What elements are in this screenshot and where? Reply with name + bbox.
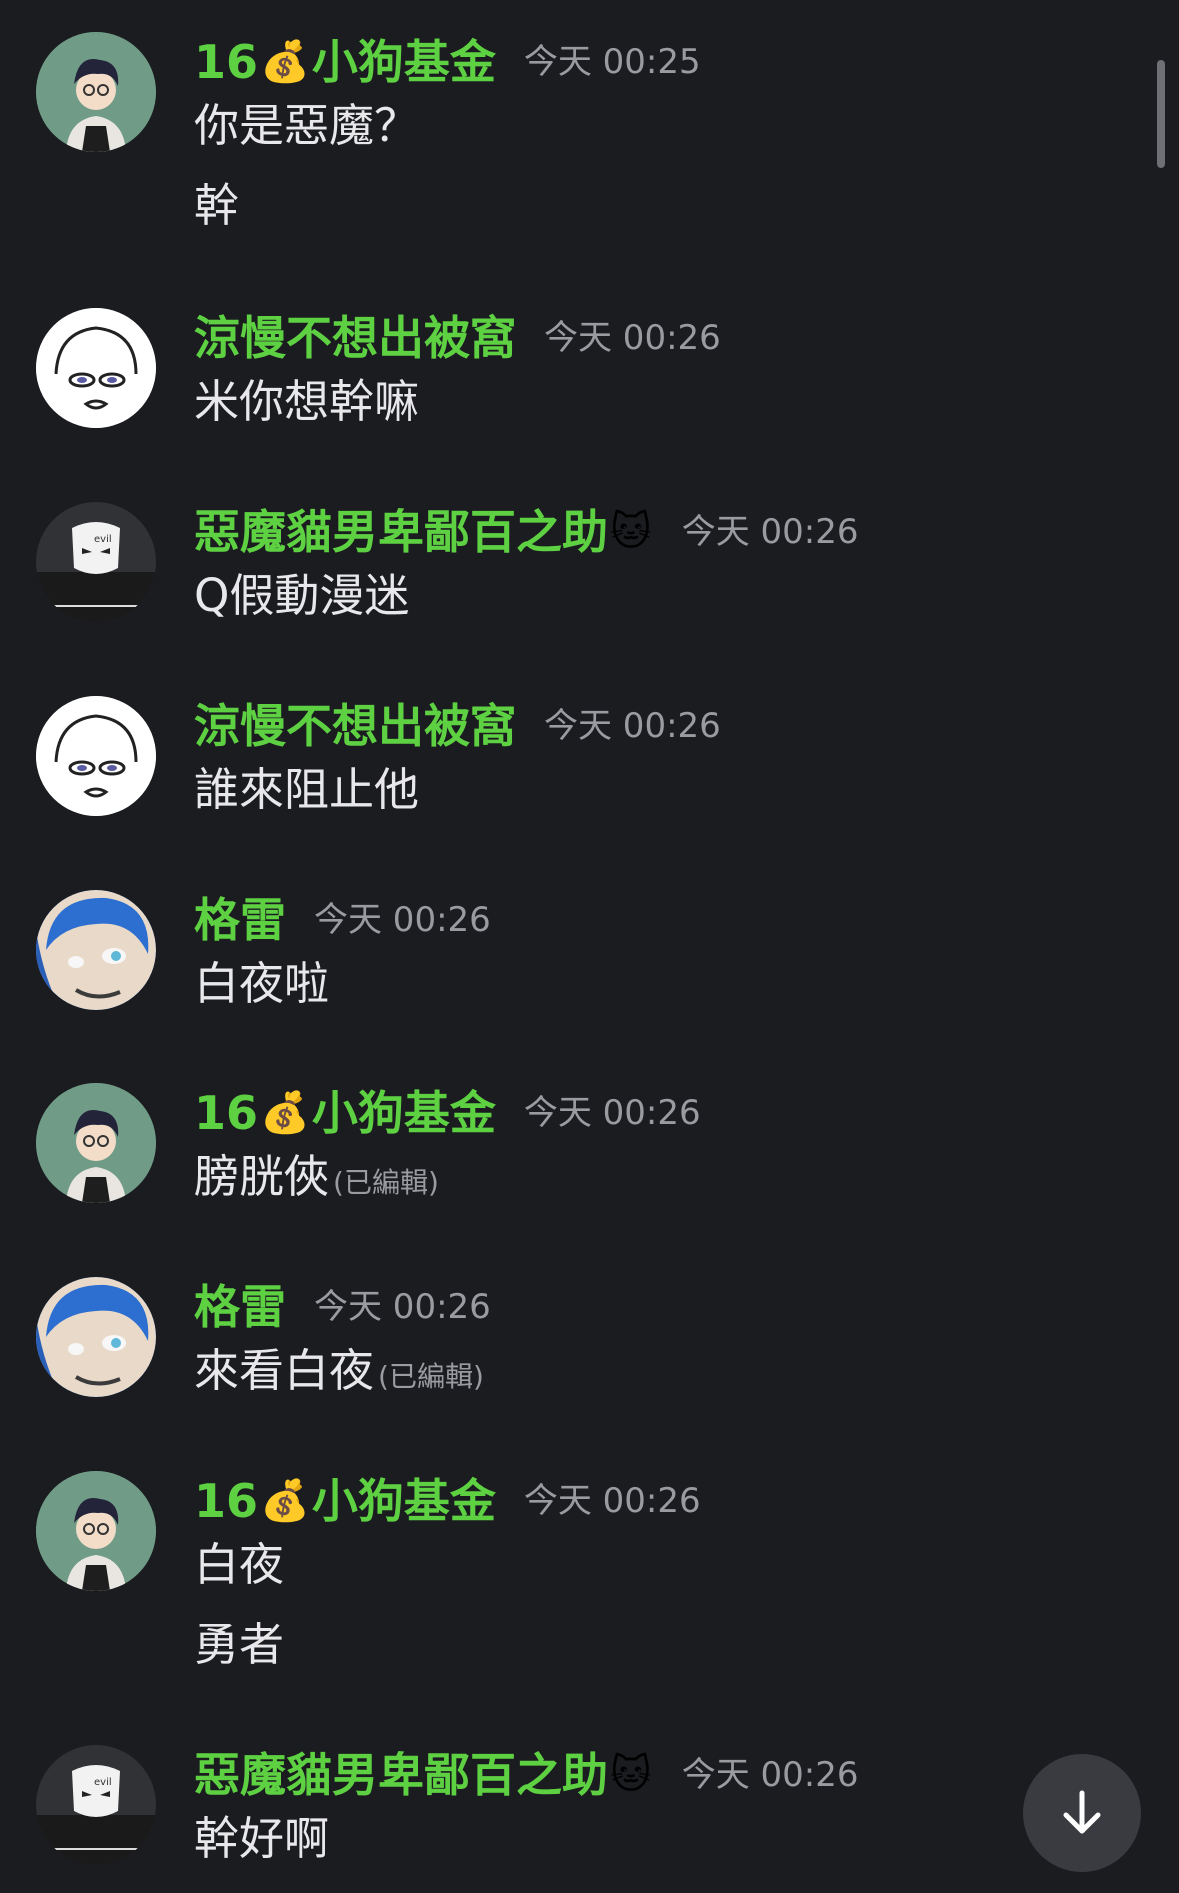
- message-text[interactable]: 你是惡魔？: [194, 96, 419, 156]
- message-text-content: 你是惡魔？: [194, 99, 420, 152]
- avatar[interactable]: [36, 32, 156, 152]
- message-group: 16💰小狗基金 今天 00:25 你是惡魔？ 幹: [0, 32, 1120, 232]
- edited-label: (已編輯): [333, 1166, 439, 1199]
- message-text-content: 膀胱俠: [194, 1150, 330, 1203]
- chat-message-list[interactable]: 16💰小狗基金 今天 00:25 你是惡魔？ 幹 涼慢不想出被窩 今天 00:26 …: [0, 0, 1179, 1893]
- svg-text:evil: evil: [94, 534, 112, 545]
- avatar[interactable]: [36, 1277, 156, 1397]
- author-name-suffix[interactable]: 小狗基金: [312, 1474, 496, 1528]
- message-header: 格雷 今天 00:26: [194, 890, 491, 950]
- message-header: 格雷 今天 00:26: [194, 1277, 491, 1337]
- author-name[interactable]: 惡魔貓男卑鄙百之助: [194, 1748, 608, 1802]
- message-group: 16💰小狗基金 今天 00:26 膀胱俠 (已編輯): [0, 1083, 1120, 1213]
- message-text[interactable]: 誰來阻止他: [194, 760, 419, 820]
- avatar[interactable]: [36, 308, 156, 428]
- timestamp: 今天 00:26: [681, 1755, 859, 1795]
- message-text[interactable]: 勇者: [194, 1615, 284, 1675]
- author-name[interactable]: 涼慢不想出被窩: [194, 311, 516, 365]
- message-group: 格雷 今天 00:26 白夜啦: [0, 890, 1120, 1020]
- message-text[interactable]: 白夜: [194, 1535, 284, 1595]
- author-name[interactable]: 16: [194, 1474, 258, 1528]
- message-header: 惡魔貓男卑鄙百之助🐱 今天 00:26: [194, 1745, 859, 1805]
- message-text[interactable]: 米你想幹嘛: [194, 372, 419, 432]
- author-name[interactable]: 涼慢不想出被窩: [194, 699, 516, 753]
- message-text-content: 幹: [194, 179, 240, 232]
- message-header: 惡魔貓男卑鄙百之助🐱 今天 00:26: [194, 502, 859, 562]
- cat-face-emoji: 🐱: [610, 1752, 652, 1798]
- timestamp: 今天 00:26: [314, 900, 491, 940]
- avatar[interactable]: [36, 1471, 156, 1591]
- timestamp: 今天 00:26: [314, 1287, 491, 1327]
- message-group: 16💰小狗基金 今天 00:26 白夜 勇者: [0, 1471, 1120, 1671]
- message-group: 格雷 今天 00:26 來看白夜 (已編輯): [0, 1277, 1120, 1407]
- message-text-content: 來看白夜: [194, 1344, 375, 1397]
- author-name[interactable]: 16: [194, 1086, 258, 1140]
- avatar[interactable]: [36, 696, 156, 816]
- message-text[interactable]: 幹好啊: [194, 1809, 329, 1869]
- avatar[interactable]: evil: [36, 502, 156, 622]
- author-name[interactable]: 惡魔貓男卑鄙百之助: [194, 505, 608, 559]
- message-text-content: 誰來阻止他: [194, 763, 420, 816]
- edited-label: (已編輯): [378, 1360, 484, 1393]
- message-text-content: 幹好啊: [194, 1812, 330, 1865]
- message-text[interactable]: 白夜啦: [194, 954, 329, 1014]
- message-header: 16💰小狗基金 今天 00:25: [194, 32, 701, 92]
- message-header: 涼慢不想出被窩 今天 00:26: [194, 696, 721, 756]
- avatar[interactable]: [36, 890, 156, 1010]
- author-name-suffix[interactable]: 小狗基金: [312, 1086, 496, 1140]
- svg-text:evil: evil: [94, 1777, 112, 1788]
- message-group: evil 惡魔貓男卑鄙百之助🐱 今天 00:26 Q假動漫迷: [0, 502, 1120, 632]
- timestamp: 今天 00:26: [544, 318, 721, 358]
- message-text-content: Q假動漫迷: [194, 569, 410, 622]
- author-name[interactable]: 格雷: [194, 1280, 286, 1334]
- message-text-content: 勇者: [194, 1618, 285, 1671]
- author-name-suffix[interactable]: 小狗基金: [312, 35, 496, 89]
- message-header: 涼慢不想出被窩 今天 00:26: [194, 308, 721, 368]
- timestamp: 今天 00:25: [523, 42, 701, 82]
- message-text-content: 白夜啦: [194, 957, 330, 1010]
- timestamp: 今天 00:26: [681, 512, 859, 552]
- message-group: 涼慢不想出被窩 今天 00:26 米你想幹嘛: [0, 308, 1120, 438]
- money-bag-emoji: 💰: [260, 39, 310, 85]
- message-group: 涼慢不想出被窩 今天 00:26 誰來阻止他: [0, 696, 1120, 826]
- message-header: 16💰小狗基金 今天 00:26: [194, 1083, 701, 1143]
- scroll-to-bottom-button[interactable]: [1023, 1754, 1141, 1872]
- timestamp: 今天 00:26: [544, 706, 721, 746]
- scrollbar[interactable]: [1157, 60, 1165, 168]
- author-name[interactable]: 16: [194, 35, 258, 89]
- cat-face-emoji: 🐱: [610, 509, 652, 555]
- message-text[interactable]: 幹: [194, 176, 239, 236]
- arrow-down-icon: [1063, 1790, 1101, 1834]
- money-bag-emoji: 💰: [260, 1478, 310, 1524]
- avatar[interactable]: evil: [36, 1745, 156, 1865]
- timestamp: 今天 00:26: [523, 1481, 701, 1521]
- money-bag-emoji: 💰: [260, 1090, 310, 1136]
- message-text[interactable]: 膀胱俠 (已編輯): [194, 1147, 439, 1213]
- avatar[interactable]: [36, 1083, 156, 1203]
- message-text[interactable]: 來看白夜 (已編輯): [194, 1341, 484, 1407]
- timestamp: 今天 00:26: [523, 1093, 701, 1133]
- message-text-content: 白夜: [194, 1538, 285, 1591]
- author-name[interactable]: 格雷: [194, 893, 286, 947]
- message-group: evil 惡魔貓男卑鄙百之助🐱 今天 00:26 幹好啊: [0, 1745, 1120, 1875]
- message-text-content: 米你想幹嘛: [194, 375, 420, 428]
- message-text[interactable]: Q假動漫迷: [194, 566, 409, 626]
- message-header: 16💰小狗基金 今天 00:26: [194, 1471, 701, 1531]
